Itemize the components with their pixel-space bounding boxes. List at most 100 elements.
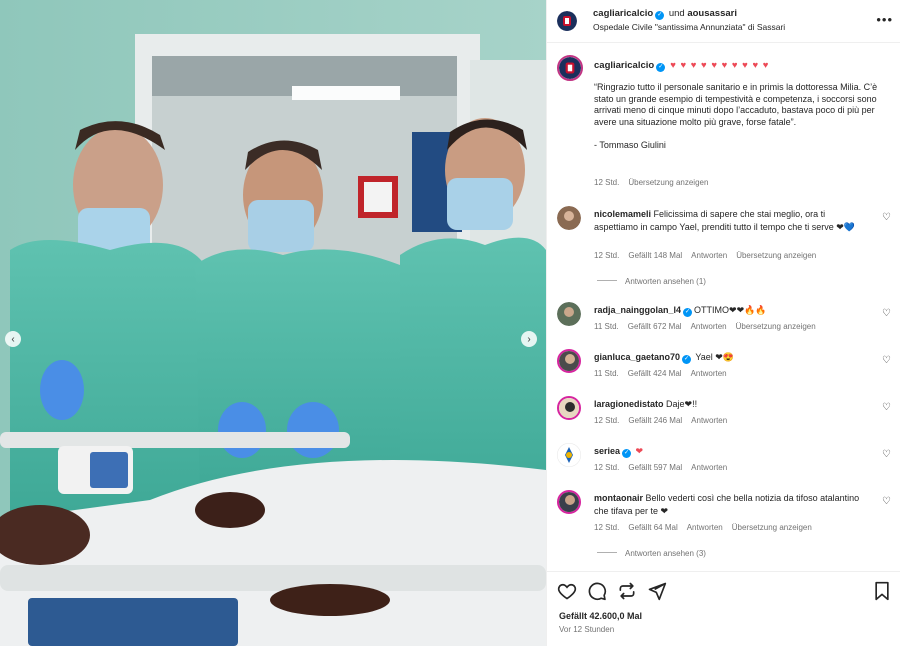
comment-meta: 12 Std. Gefällt 597 Mal Antworten [594,463,736,472]
coauthor-connector: und [668,8,685,19]
reply-button[interactable]: Antworten [691,322,727,331]
reply-button[interactable]: Antworten [691,251,727,260]
verified-icon: ✓ [683,308,693,317]
post-location[interactable]: Ospedale Civile "santissima Annunziata" … [593,22,785,32]
comment-like-button[interactable]: ♡ [882,212,891,223]
comment-like-button[interactable]: ♡ [882,449,891,460]
commenter-username[interactable]: montaonair [594,493,643,503]
reply-button[interactable]: Antworten [687,523,723,532]
reply-button[interactable]: Antworten [691,369,727,378]
comment-text: gianluca_gaetano70 ✓ Yael ❤😍 [594,351,869,364]
heart-icon: ♡ [882,449,891,460]
comment-likes[interactable]: Gefällt 246 Mal [628,416,682,425]
comment-body: OTTIMO❤❤🔥🔥 [694,305,767,315]
comment-body: Yael ❤😍 [695,352,734,362]
comment-likes[interactable]: Gefällt 424 Mal [628,369,682,378]
comment-like-button[interactable]: ♡ [882,355,891,366]
translate-link[interactable]: Übersetzung anzeigen [736,322,816,331]
caption-user-line: cagliaricalcio ✓ ♥ ♥ ♥ ♥ ♥ ♥ ♥ ♥ ♥ ♥ [594,60,769,72]
view-replies-button[interactable]: Antworten ansehen (3) [597,549,706,558]
view-replies-label: Antworten ansehen (3) [625,549,706,558]
view-replies-button[interactable]: Antworten ansehen (1) [597,277,706,286]
commenter-username[interactable]: seriea [594,446,620,456]
commenter-avatar[interactable] [557,349,581,373]
commenter-username[interactable]: gianluca_gaetano70 [594,352,680,362]
comment-likes[interactable]: Gefällt 597 Mal [628,463,682,472]
commenter-avatar[interactable] [557,490,581,514]
commenter-avatar[interactable] [557,443,581,467]
reply-button[interactable]: Antworten [691,463,727,472]
coauthor-username[interactable]: aousassari [687,8,737,19]
comment-body: Daje❤!! [666,399,698,409]
verified-icon: ✓ [682,355,692,364]
bookmark-icon[interactable] [873,581,891,601]
heart-icon: ♡ [882,212,891,223]
repost-icon[interactable] [617,581,637,601]
comment-text: laragionedistato Daje❤!! [594,398,869,411]
verified-icon: ✓ [622,449,632,458]
comment-time[interactable]: 12 Std. [594,523,619,532]
caption-paragraph: “Ringrazio tutto il personale sanitario … [594,82,878,127]
comment-text: radja_nainggolan_l4 ✓ OTTIMO❤❤🔥🔥 [594,304,869,317]
comment-likes[interactable]: Gefällt 64 Mal [628,523,677,532]
post-sidebar: cagliaricalcio ✓ und aousassari Ospedale … [546,0,900,646]
author-username[interactable]: cagliaricalcio [593,8,653,19]
post-header: cagliaricalcio ✓ und aousassari Ospedale … [547,0,900,43]
comment-meta: 11 Std. Gefällt 672 Mal Antworten Übersetzu… [594,322,825,331]
caption-avatar[interactable] [557,55,583,81]
caption-username[interactable]: cagliaricalcio [594,60,654,71]
comment-like-button[interactable]: ♡ [882,402,891,413]
comment-meta: 12 Std. Gefällt 246 Mal Antworten [594,416,736,425]
caption-meta: 12 Std. Übersetzung anzeigen [594,178,717,187]
post-timestamp[interactable]: Vor 12 Stunden [559,625,614,634]
heart-icon: ♡ [882,308,891,319]
commenter-username[interactable]: nicolemameli [594,209,651,219]
heart-icon: ♡ [882,355,891,366]
commenter-avatar[interactable] [557,206,581,230]
comment-time[interactable]: 12 Std. [594,463,619,472]
comment-meta: 12 Std. Gefällt 148 Mal Antworten Übersetzu… [594,251,825,260]
verified-icon: ✓ [655,11,665,20]
verified-icon: ✓ [656,63,666,72]
comment-like-button[interactable]: ♡ [882,308,891,319]
heart-icon[interactable] [557,581,577,601]
comment-text: montaonair Bello vederti così che bella … [594,492,869,517]
author-avatar[interactable] [557,11,577,31]
comment-body: ❤ [635,446,644,456]
replies-divider [597,552,617,553]
heart-icon: ♡ [882,496,891,507]
reply-button[interactable]: Antworten [691,416,727,425]
comment-meta: 12 Std. Gefällt 64 Mal Antworten Übersetzun… [594,523,821,532]
chevron-right-icon: › [527,333,531,345]
next-slide-button[interactable]: › [521,331,537,347]
comment-time[interactable]: 12 Std. [594,251,619,260]
commenter-username[interactable]: radja_nainggolan_l4 [594,305,681,315]
more-options-button[interactable]: ••• [876,12,893,27]
comment-time[interactable]: 11 Std. [594,369,619,378]
view-replies-label: Antworten ansehen (1) [625,277,706,286]
comment-likes[interactable]: Gefällt 148 Mal [628,251,682,260]
send-icon[interactable] [647,581,667,601]
author-line: cagliaricalcio ✓ und aousassari [593,8,737,20]
comment-like-button[interactable]: ♡ [882,496,891,507]
commenter-avatar[interactable] [557,302,581,326]
like-count[interactable]: Gefällt 42.600,0 Mal [559,611,642,621]
commenter-username[interactable]: laragionedistato [594,399,664,409]
caption-translate-link[interactable]: Übersetzung anzeigen [628,178,708,187]
post-photo[interactable]: ‹ › [0,0,546,646]
comment-icon[interactable] [587,581,607,601]
heart-icon: ♡ [882,402,891,413]
chevron-left-icon: ‹ [11,333,15,345]
translate-link[interactable]: Übersetzung anzeigen [732,523,812,532]
comment-likes[interactable]: Gefällt 672 Mal [628,322,682,331]
comment-time[interactable]: 12 Std. [594,416,619,425]
translate-link[interactable]: Übersetzung anzeigen [736,251,816,260]
commenter-avatar[interactable] [557,396,581,420]
comment-text: nicolemameli Felicissima di sapere che s… [594,208,869,233]
more-icon: ••• [876,12,893,27]
previous-slide-button[interactable]: ‹ [5,331,21,347]
post-footer: Gefällt 42.600,0 Mal Vor 12 Stunden [547,571,900,646]
comment-time[interactable]: 11 Std. [594,322,619,331]
caption-text: “Ringrazio tutto il personale sanitario … [594,82,890,163]
caption-time[interactable]: 12 Std. [594,178,619,187]
